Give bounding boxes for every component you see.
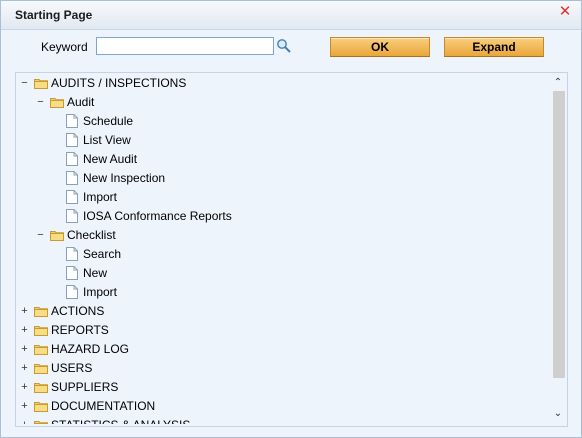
tree-node-label: SUPPLIERS [51, 380, 119, 394]
document-icon [66, 209, 78, 223]
tree-leaf-label: Import [83, 190, 118, 204]
tree-node-label: AUDITS / INSPECTIONS [51, 76, 187, 90]
tree-view: − AUDITS / INSPECTIONS − Audit Schedule … [16, 73, 547, 424]
folder-icon [34, 345, 48, 355]
folder-icon [34, 421, 48, 424]
vertical-scrollbar[interactable]: ⌃ ⌄ [549, 73, 567, 424]
dialog-title: Starting Page [15, 8, 93, 22]
tree-node-label: DOCUMENTATION [51, 399, 156, 413]
folder-icon [34, 364, 48, 374]
collapse-toggle[interactable]: − [36, 93, 45, 111]
expand-toggle[interactable]: + [20, 397, 29, 415]
document-icon [66, 190, 78, 204]
search-row: Keyword OK Expand [1, 37, 581, 59]
folder-icon [34, 383, 48, 393]
tree-leaf-label: Search [83, 247, 122, 261]
ok-button[interactable]: OK [330, 37, 430, 57]
tree-node-label: REPORTS [51, 323, 109, 337]
tree-node-label: ACTIONS [51, 304, 105, 318]
document-icon [66, 285, 78, 299]
chevron-down-icon[interactable]: ⌄ [549, 406, 567, 422]
tree-leaf-label: IOSA Conformance Reports [83, 209, 232, 223]
chevron-up-icon[interactable]: ⌃ [549, 75, 567, 91]
tree-node-label: STATISTICS & ANALYSIS [51, 416, 190, 424]
folder-icon [34, 402, 48, 412]
tree-node-label: HAZARD LOG [51, 342, 130, 356]
keyword-input[interactable] [96, 37, 274, 55]
document-icon [66, 114, 78, 128]
tree-leaf-label: New Inspection [83, 171, 166, 185]
starting-page-dialog: Starting Page ✕ Keyword OK Expand − AUDI… [0, 0, 582, 438]
document-icon [66, 133, 78, 147]
tree-node-label: Audit [67, 95, 95, 109]
search-icon[interactable] [276, 38, 292, 54]
keyword-label: Keyword [41, 40, 88, 54]
expand-toggle[interactable]: + [20, 302, 29, 320]
document-icon [66, 152, 78, 166]
tree-leaf-label: List View [83, 133, 131, 147]
document-icon [66, 266, 78, 280]
expand-toggle[interactable]: + [20, 416, 29, 424]
collapse-toggle[interactable]: − [36, 226, 45, 244]
expand-button[interactable]: Expand [444, 37, 544, 57]
close-icon[interactable]: ✕ [558, 4, 572, 19]
expand-toggle[interactable]: + [20, 340, 29, 358]
tree-panel: − AUDITS / INSPECTIONS − Audit Schedule … [15, 72, 568, 427]
dialog-titlebar: Starting Page ✕ [1, 1, 581, 30]
document-icon [66, 171, 78, 185]
tree-node-label: USERS [51, 361, 93, 375]
expand-toggle[interactable]: + [20, 378, 29, 396]
tree-leaf-label: Schedule [83, 114, 134, 128]
folder-icon [34, 79, 48, 89]
folder-icon [34, 326, 48, 336]
folder-icon [50, 231, 64, 241]
expand-toggle[interactable]: + [20, 321, 29, 339]
tree-leaf-label: Import [83, 285, 118, 299]
expand-toggle[interactable]: + [20, 359, 29, 377]
tree-node-label: Checklist [67, 228, 116, 242]
collapse-toggle[interactable]: − [20, 74, 29, 92]
tree-leaf-label: New [83, 266, 108, 280]
document-icon [66, 247, 78, 261]
folder-icon [50, 98, 64, 108]
scrollbar-thumb[interactable] [553, 91, 565, 378]
tree-leaf-label: New Audit [83, 152, 138, 166]
folder-icon [34, 307, 48, 317]
